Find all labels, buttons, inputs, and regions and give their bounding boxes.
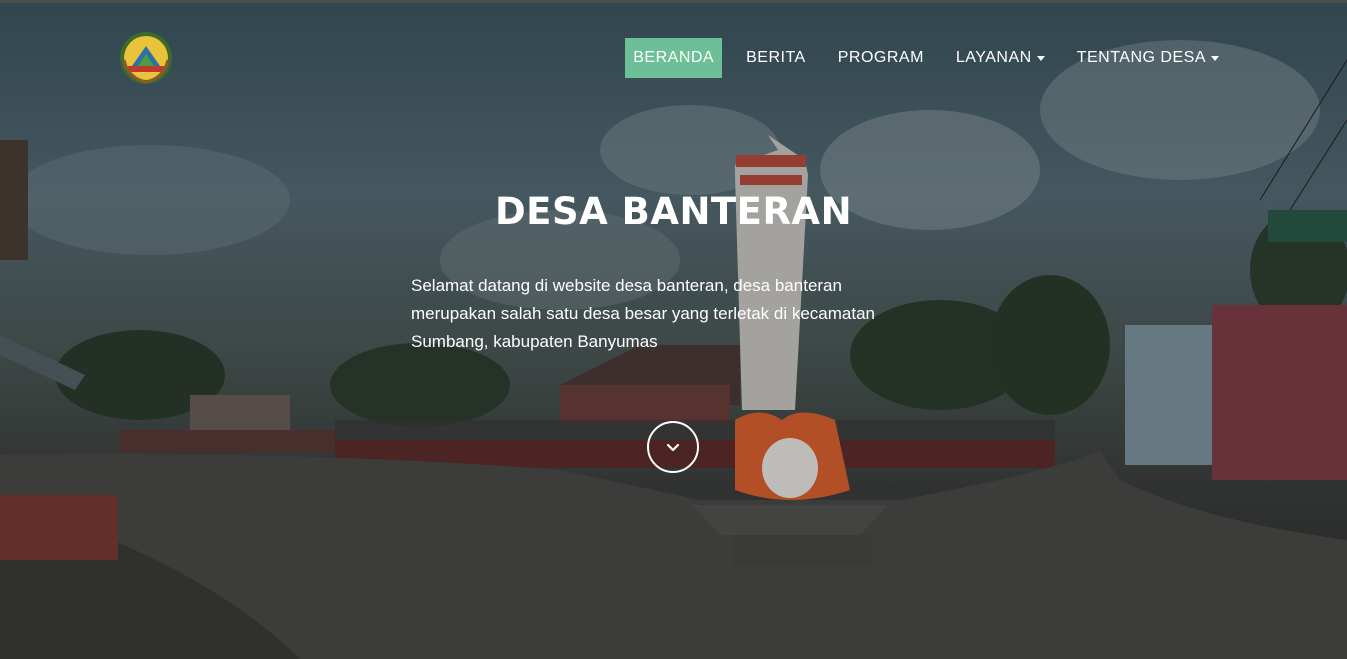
nav-item-label: PROGRAM	[837, 49, 924, 66]
nav-menu: BERANDA BERITA PROGRAM LAYANAN TENTANG D…	[615, 38, 1227, 78]
village-emblem-icon[interactable]	[118, 30, 174, 86]
nav-item-label: BERITA	[746, 49, 806, 66]
caret-down-icon	[1036, 55, 1045, 61]
nav-item-beranda[interactable]: BERANDA	[625, 38, 723, 78]
nav-item-tentang-desa[interactable]: TENTANG DESA	[1069, 38, 1227, 78]
hero-title: DESA BANTERAN	[494, 190, 853, 233]
nav-item-label: TENTANG DESA	[1076, 49, 1206, 66]
caret-down-icon	[1211, 55, 1219, 61]
hero-description: Selamat datang di website desa banteran,…	[411, 276, 875, 351]
hero-section: BERANDA BERITA PROGRAM LAYANAN TENTANG D…	[0, 0, 1347, 659]
nav-item-label: BERANDA	[633, 49, 715, 66]
nav-item-program[interactable]: PROGRAM	[830, 38, 932, 78]
nav-item-label: LAYANAN	[955, 49, 1032, 66]
scroll-down-button[interactable]	[647, 421, 699, 473]
nav-item-layanan[interactable]: LAYANAN	[948, 38, 1053, 78]
navbar: BERANDA BERITA PROGRAM LAYANAN TENTANG D…	[0, 0, 1347, 115]
chevron-down-icon	[666, 443, 680, 452]
nav-item-berita[interactable]: BERITA	[738, 38, 814, 78]
